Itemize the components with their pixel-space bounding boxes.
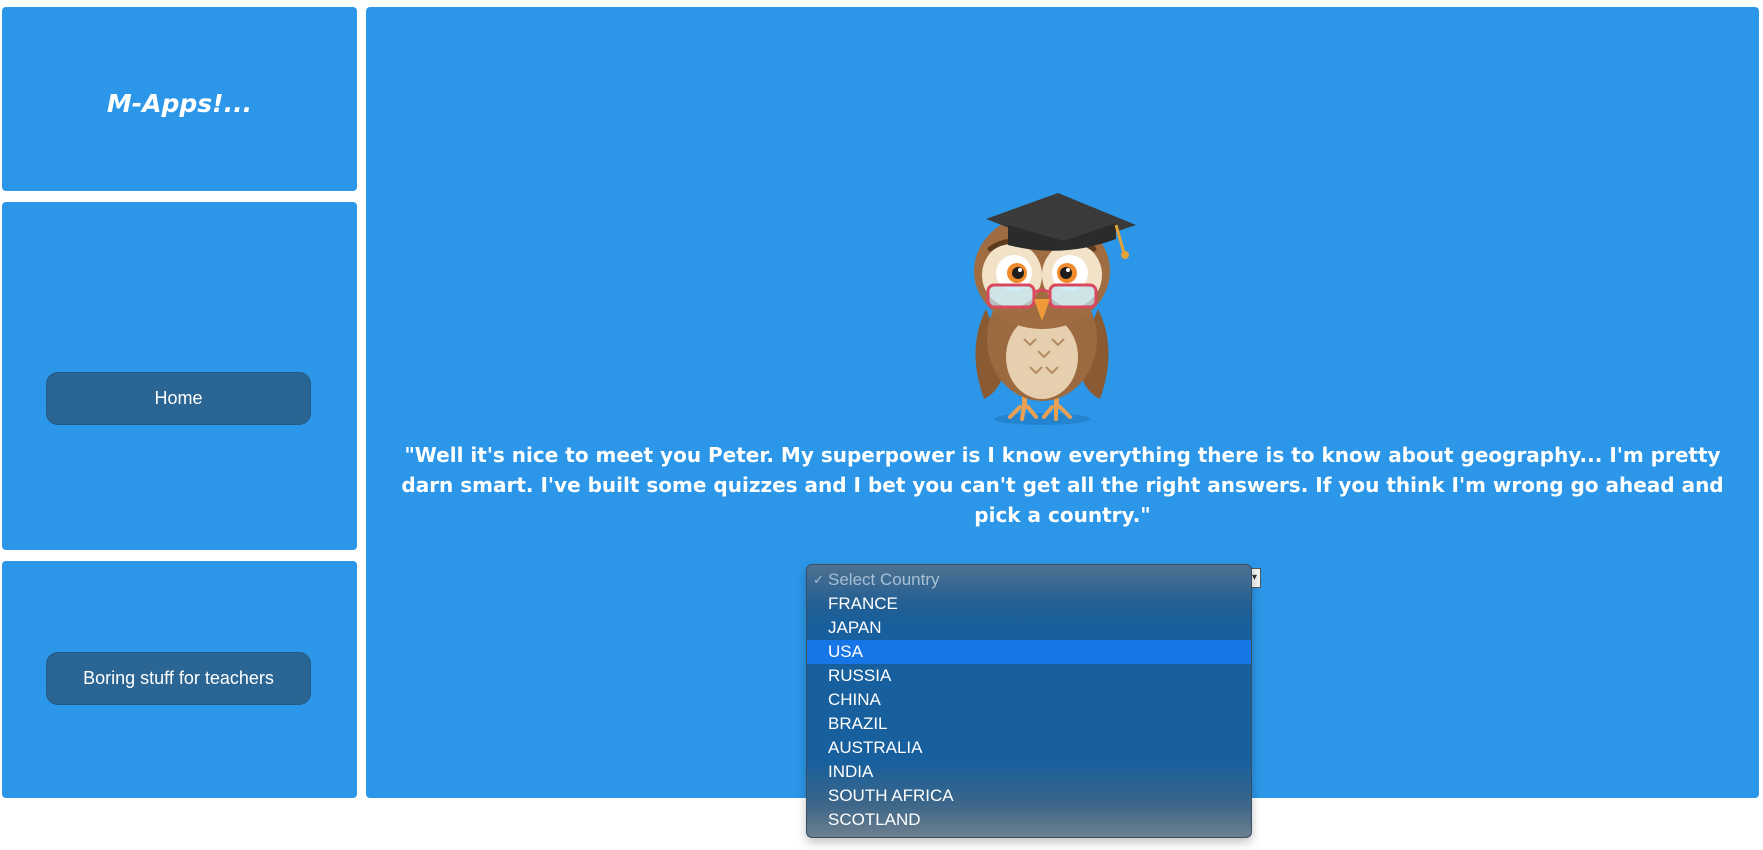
country-option-south-africa[interactable]: SOUTH AFRICA — [807, 784, 1251, 808]
country-option-brazil[interactable]: BRAZIL — [807, 712, 1251, 736]
country-option-usa[interactable]: USA — [807, 640, 1251, 664]
teachers-panel: Boring stuff for teachers — [2, 561, 357, 798]
select-placeholder-label: Select Country — [828, 570, 940, 589]
checkmark-icon: ✓ — [813, 572, 824, 587]
owl-mascot-svg — [974, 193, 1136, 425]
brand-panel: M-Apps!... — [2, 7, 357, 191]
owl-speech-text: "Well it's nice to meet you Peter. My su… — [401, 443, 1724, 527]
country-option-scotland[interactable]: SCOTLAND — [807, 808, 1251, 832]
select-placeholder-option[interactable]: ✓ Select Country — [807, 568, 1251, 592]
country-option-russia[interactable]: RUSSIA — [807, 664, 1251, 688]
country-option-australia[interactable]: AUSTRALIA — [807, 736, 1251, 760]
country-select-dropdown[interactable]: ✓ Select Country FRANCE JAPAN USA RUSSIA… — [806, 564, 1252, 838]
country-option-france[interactable]: FRANCE — [807, 592, 1251, 616]
home-button[interactable]: Home — [46, 372, 311, 425]
teachers-button[interactable]: Boring stuff for teachers — [46, 652, 311, 705]
country-option-china[interactable]: CHINA — [807, 688, 1251, 712]
owl-mascot-icon — [946, 189, 1146, 429]
country-option-japan[interactable]: JAPAN — [807, 616, 1251, 640]
nav-panel: Home — [2, 202, 357, 550]
brand-title: M-Apps!... — [106, 89, 253, 118]
country-option-india[interactable]: INDIA — [807, 760, 1251, 784]
